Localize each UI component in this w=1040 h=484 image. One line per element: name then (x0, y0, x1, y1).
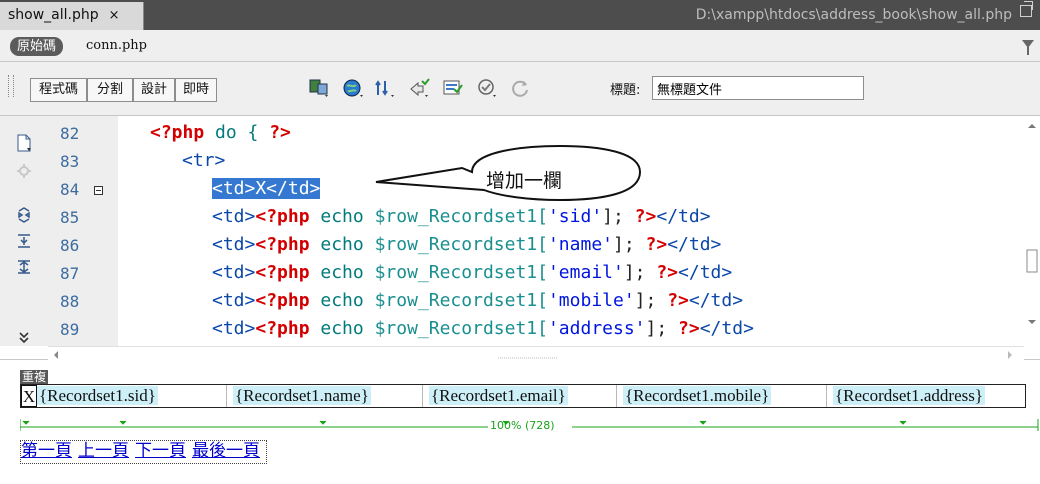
validate-markup-icon[interactable] (442, 77, 464, 99)
document-tab[interactable]: show_all.php × (0, 2, 144, 30)
design-view: 重複 X {Recordset1.sid} {Recordset1.name} … (0, 360, 1040, 484)
multiscreen-icon[interactable] (308, 77, 330, 99)
filter-icon[interactable] (1022, 40, 1034, 55)
design-view-button[interactable]: 設計 (133, 78, 175, 102)
horizontal-scrollbar[interactable] (48, 346, 1024, 361)
toolbar-grip[interactable] (8, 75, 14, 97)
binding-mobile: {Recordset1.mobile} (623, 386, 772, 405)
table-cell-x[interactable]: X (21, 385, 37, 407)
binding-sid: {Recordset1.sid} (37, 386, 158, 405)
file-management-icon[interactable] (374, 77, 396, 99)
preview-browser-icon[interactable] (342, 77, 364, 99)
document-title-label: 標題: (610, 83, 641, 98)
first-page-link[interactable]: 第一頁 (21, 441, 72, 463)
document-title-input[interactable] (652, 76, 864, 100)
source-code-button[interactable]: 原始碼 (10, 37, 64, 56)
table-cell-address[interactable]: {Recordset1.address} (827, 385, 1025, 407)
vertical-scrollbar[interactable] (1024, 116, 1040, 346)
split-view-button[interactable]: 分割 (87, 78, 133, 102)
last-page-link[interactable]: 最後一頁 (192, 441, 260, 463)
recordset-navigation: 第一頁 上一頁 下一頁 最後一頁 (20, 440, 267, 464)
tab-label: show_all.php (8, 7, 99, 23)
file-path: D:\xampp\htdocs\address_book\show_all.ph… (695, 7, 1012, 23)
callout-bubble (375, 144, 642, 202)
code-view: 82 83 84 85 86 87 88 89 <?php do { ?> <t… (0, 116, 1040, 361)
binding-address: {Recordset1.address} (833, 386, 986, 405)
previous-page-link[interactable]: 上一頁 (78, 441, 129, 463)
table-cell-mobile[interactable]: {Recordset1.mobile} (617, 385, 827, 407)
repeat-region-label: 重複 (20, 370, 49, 384)
related-file-conn[interactable]: conn.php (86, 36, 147, 56)
related-files-bar: 原始碼 conn.php (0, 30, 1040, 62)
binding-email: {Recordset1.email} (429, 386, 568, 405)
restore-window-icon[interactable] (1020, 1, 1033, 17)
table-width-guide: 100% (728) (19, 418, 1040, 432)
repeat-table-row[interactable]: X {Recordset1.sid} {Recordset1.name} {Re… (20, 384, 1026, 408)
callout-text: 增加一欄 (486, 170, 563, 192)
document-tab-bar: show_all.php × D:\xampp\htdocs\address_bo… (0, 0, 1040, 30)
refresh-design-view-icon[interactable] (510, 77, 532, 99)
table-cell-sid[interactable]: {Recordset1.sid} (37, 385, 227, 407)
binding-name: {Recordset1.name} (233, 386, 371, 405)
table-cell-name[interactable]: {Recordset1.name} (227, 385, 423, 407)
visual-aids-icon[interactable] (476, 77, 498, 99)
check-page-icon[interactable] (408, 77, 430, 99)
table-cell-email[interactable]: {Recordset1.email} (423, 385, 617, 407)
table-width-label: 100% (728) (490, 419, 555, 432)
document-toolbar: 程式碼 分割 設計 即時 標題: (0, 62, 1040, 116)
code-view-button[interactable]: 程式碼 (30, 78, 87, 102)
live-view-button[interactable]: 即時 (175, 78, 217, 102)
close-tab-icon[interactable]: × (109, 8, 120, 23)
next-page-link[interactable]: 下一頁 (135, 441, 186, 463)
